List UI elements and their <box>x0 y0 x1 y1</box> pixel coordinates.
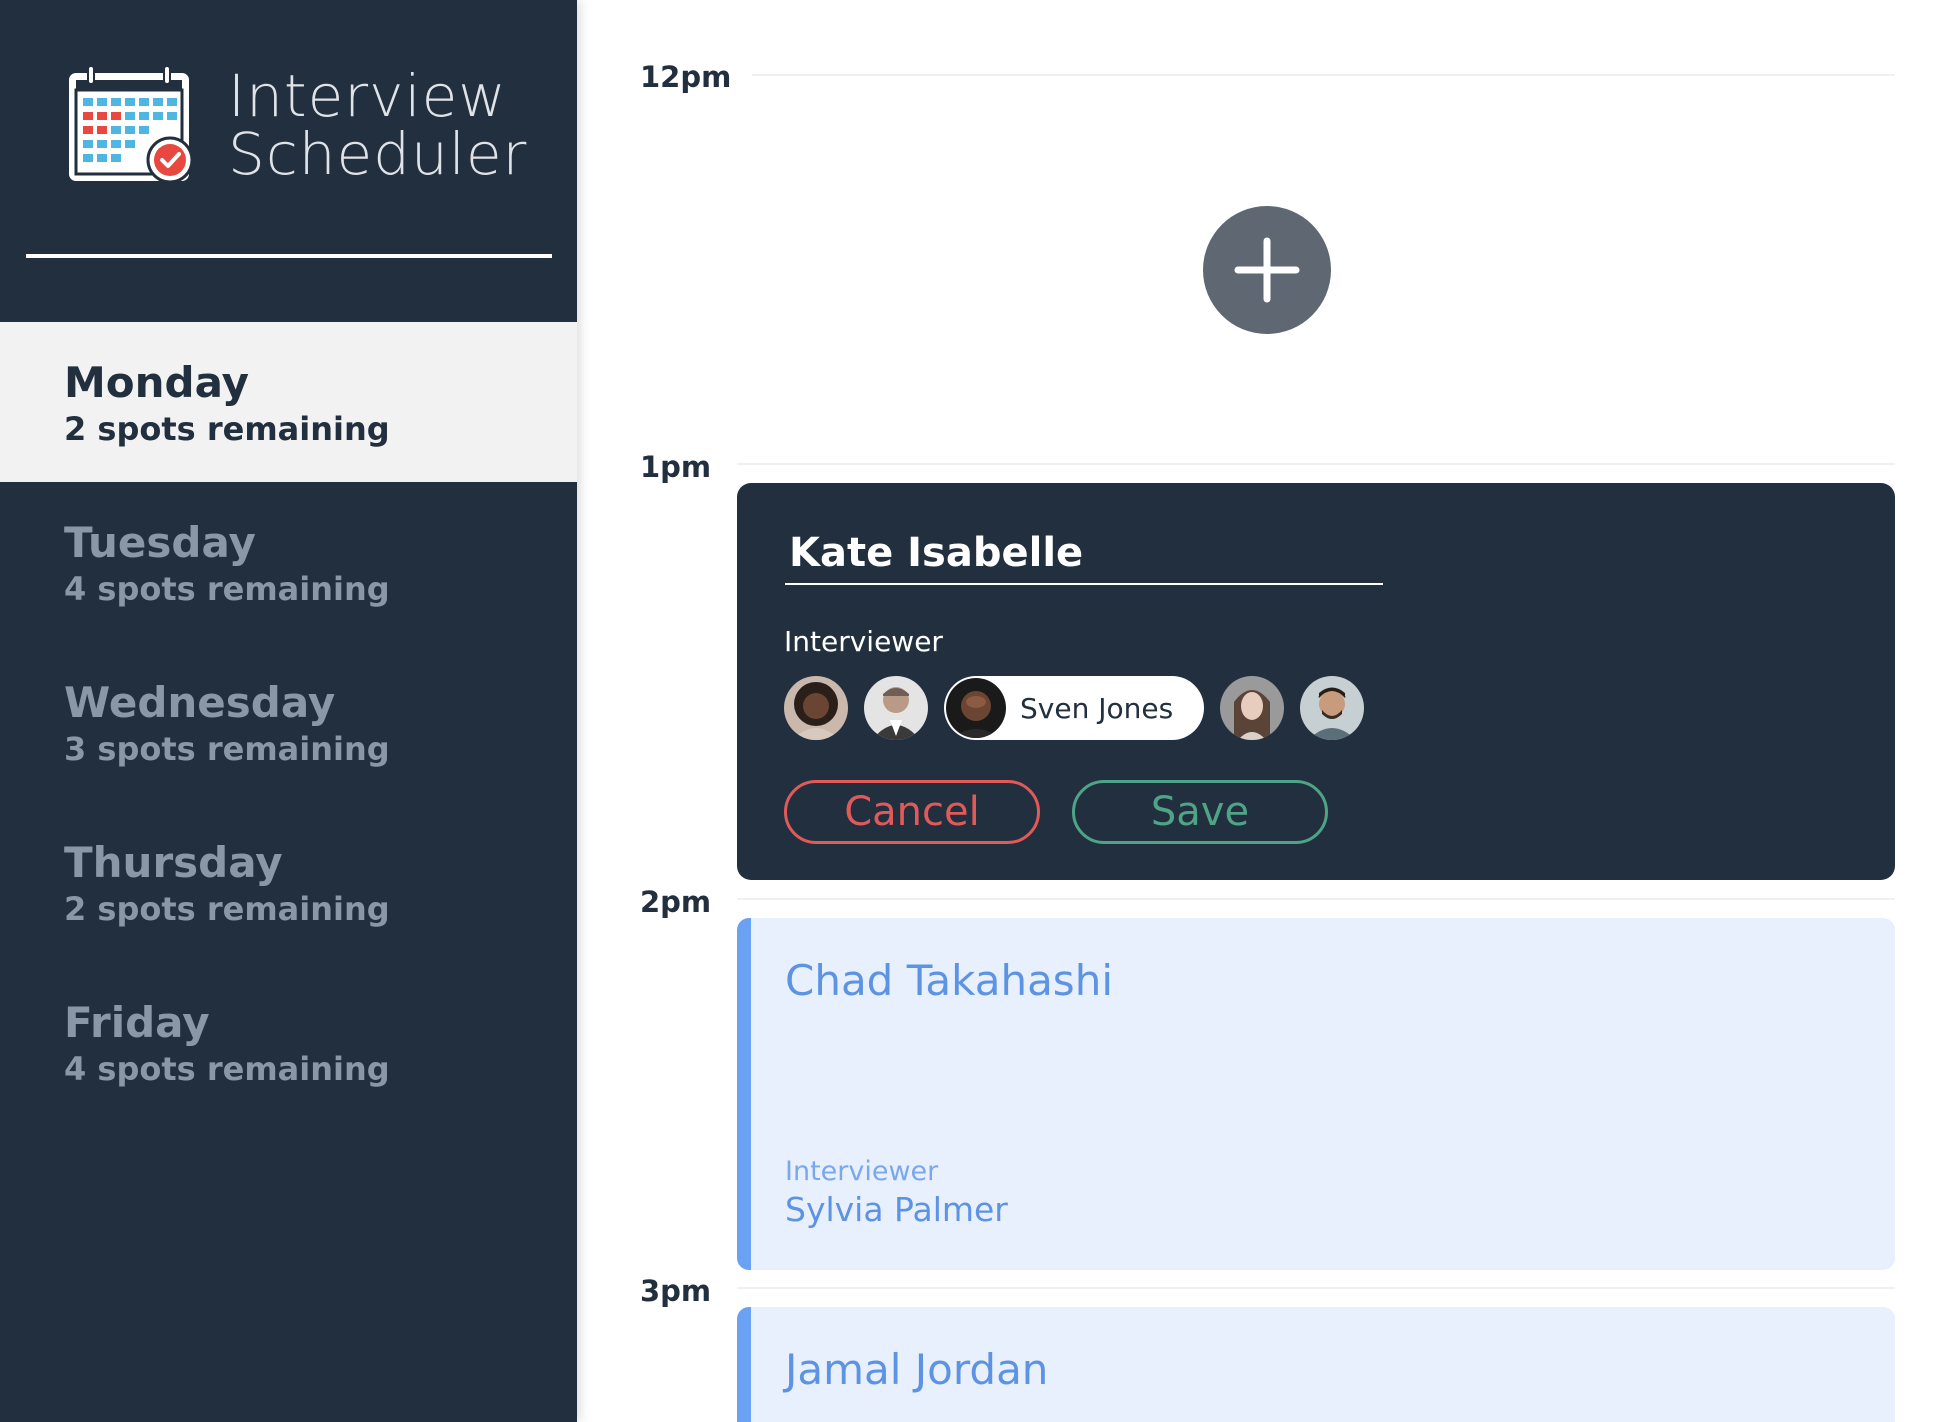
appointment-student-name: Jamal Jordan <box>785 1345 1049 1394</box>
cancel-button[interactable]: Cancel <box>784 780 1040 844</box>
schedule: 12pm 1pm Interviewer <box>577 0 1954 1422</box>
student-name-input[interactable] <box>785 523 1383 585</box>
appointment-card[interactable]: Jamal Jordan <box>737 1307 1895 1422</box>
interviewer-avatar-4[interactable] <box>1220 676 1284 740</box>
app-title: Interview Scheduler <box>228 67 527 183</box>
slot-divider <box>737 1287 1895 1289</box>
interviewer-selected-name: Sven Jones <box>1020 691 1174 725</box>
avatar-3-icon <box>946 678 1006 738</box>
avatar-1-icon <box>784 676 848 740</box>
app-title-line2: Scheduler <box>228 120 528 188</box>
avatar-4-icon <box>1220 676 1284 740</box>
day-spots: 2 spots remaining <box>64 410 390 448</box>
day-item-thursday[interactable]: Thursday 2 spots remaining <box>0 802 577 962</box>
brand: Interview Scheduler <box>66 62 527 188</box>
slot-time-12pm: 12pm <box>640 60 732 94</box>
sidebar: Interview Scheduler Monday 2 spots remai… <box>0 0 577 1422</box>
day-item-tuesday[interactable]: Tuesday 4 spots remaining <box>0 482 577 642</box>
day-item-wednesday[interactable]: Wednesday 3 spots remaining <box>0 642 577 802</box>
day-name: Friday <box>64 998 210 1047</box>
interviewer-avatar-2[interactable] <box>864 676 928 740</box>
appointment-edit-form: Interviewer <box>737 483 1895 880</box>
slot-divider <box>752 74 1895 76</box>
day-name: Monday <box>64 358 250 407</box>
interviewer-label: Interviewer <box>784 625 943 658</box>
appointment-interviewer-label: Interviewer <box>785 1156 939 1187</box>
app-title-line1: Interview <box>228 62 507 130</box>
slot-divider <box>737 898 1895 900</box>
avatar-5-icon <box>1300 676 1364 740</box>
day-spots: 4 spots remaining <box>64 570 390 608</box>
appointment-interviewer-name: Sylvia Palmer <box>785 1190 1008 1229</box>
interviewer-avatar-1[interactable] <box>784 676 848 740</box>
avatar-2-icon <box>864 676 928 740</box>
slot-time-1pm: 1pm <box>640 450 712 484</box>
plus-icon <box>1234 237 1300 303</box>
slot-time-3pm: 3pm <box>640 1274 712 1308</box>
interviewer-avatar-5[interactable] <box>1300 676 1364 740</box>
day-name: Wednesday <box>64 678 336 727</box>
interviewer-list: Sven Jones <box>784 676 1380 740</box>
appointment-student-name: Chad Takahashi <box>785 956 1113 1005</box>
day-spots: 2 spots remaining <box>64 890 390 928</box>
day-name: Tuesday <box>64 518 256 567</box>
day-spots: 3 spots remaining <box>64 730 390 768</box>
day-name: Thursday <box>64 838 283 887</box>
calendar-check-icon <box>69 65 194 184</box>
save-button[interactable]: Save <box>1072 780 1328 844</box>
appointment-card[interactable]: Chad Takahashi Interviewer Sylvia Palmer <box>737 918 1895 1270</box>
slot-divider <box>737 463 1895 465</box>
interviewer-avatar-3 <box>946 678 1006 738</box>
day-list: Monday 2 spots remaining Tuesday 4 spots… <box>0 322 577 1122</box>
add-appointment-button[interactable] <box>1203 206 1331 334</box>
interviewer-selected-sven-jones[interactable]: Sven Jones <box>944 676 1204 740</box>
day-spots: 4 spots remaining <box>64 1050 390 1088</box>
slot-time-2pm: 2pm <box>640 885 712 919</box>
brand-divider <box>26 254 552 258</box>
day-item-friday[interactable]: Friday 4 spots remaining <box>0 962 577 1122</box>
day-item-monday[interactable]: Monday 2 spots remaining <box>0 322 577 482</box>
